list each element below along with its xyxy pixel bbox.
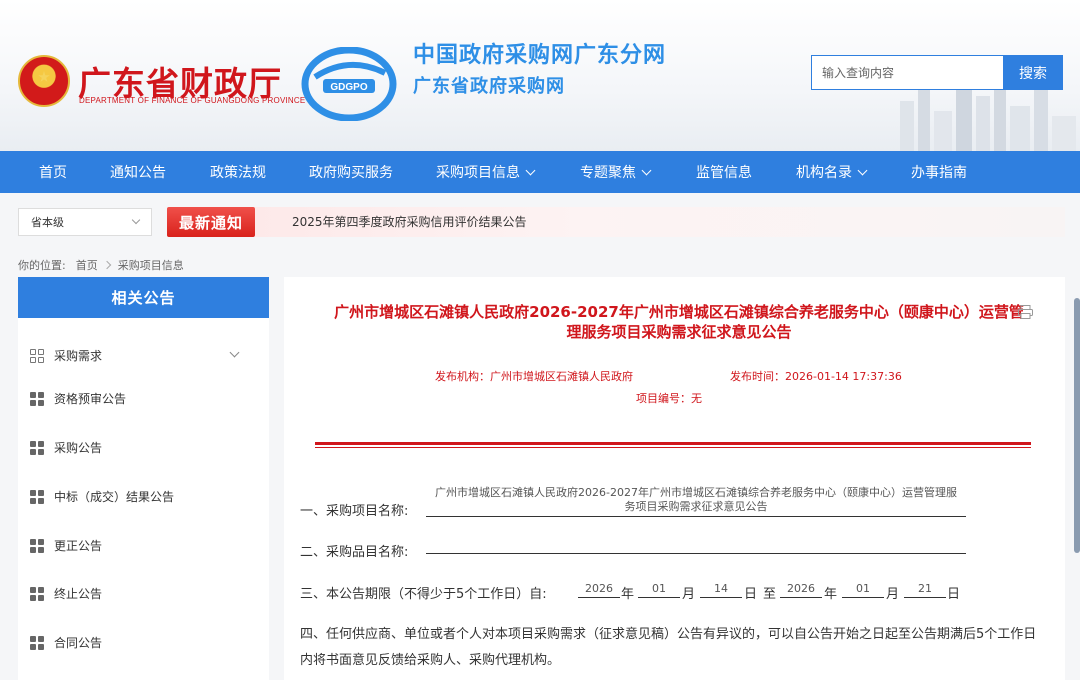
unit-year: 年 bbox=[824, 587, 838, 602]
start-day: 14 bbox=[700, 582, 742, 598]
project-number-meta: 项目编号：无 bbox=[636, 390, 702, 406]
unit-year: 年 bbox=[621, 587, 635, 602]
nav-label: 政策法规 bbox=[210, 165, 266, 181]
sidebar-item-label: 中标（成交）结果公告 bbox=[54, 490, 175, 504]
sidebar-item-procurement-notice[interactable]: 采购公告 bbox=[30, 439, 230, 456]
nav-label: 监管信息 bbox=[696, 165, 752, 181]
chevron-down-icon bbox=[131, 215, 141, 225]
nav-label: 通知公告 bbox=[110, 165, 166, 181]
nav-item-topics[interactable]: 专题聚焦 bbox=[580, 151, 652, 193]
sidebar-item-label: 终止公告 bbox=[54, 587, 103, 601]
breadcrumb: 你的位置: 首页 采购项目信息 bbox=[18, 257, 184, 273]
nav-item-guide[interactable]: 办事指南 bbox=[911, 151, 967, 193]
latest-notice-link[interactable]: 2025年第四季度政府采购信用评价结果公告 bbox=[292, 213, 527, 230]
sidebar-item-correction[interactable]: 更正公告 bbox=[30, 537, 230, 554]
nav-item-procurement-info[interactable]: 采购项目信息 bbox=[436, 151, 536, 193]
publish-time-meta: 发布时间：2026-01-14 17:37:36 bbox=[730, 368, 902, 384]
item2-value bbox=[426, 538, 966, 554]
main-nav: 首页 通知公告 政策法规 政府购买服务 采购项目信息 专题聚焦 监管信息 机构名… bbox=[0, 151, 1080, 193]
publisher-label: 发布机构： bbox=[435, 370, 490, 383]
breadcrumb-current[interactable]: 采购项目信息 bbox=[118, 257, 184, 273]
unit-month: 月 bbox=[682, 587, 696, 602]
sidebar-item-award-result[interactable]: 中标（成交）结果公告 bbox=[30, 488, 230, 505]
breadcrumb-home[interactable]: 首页 bbox=[76, 257, 98, 273]
search-input[interactable] bbox=[811, 55, 1004, 90]
unit-day: 日 bbox=[744, 587, 758, 602]
nav-label: 首页 bbox=[39, 165, 67, 181]
nav-item-directory[interactable]: 机构名录 bbox=[796, 151, 868, 193]
title-divider bbox=[315, 442, 1031, 445]
grid-icon bbox=[30, 489, 44, 504]
sidebar-item-contract[interactable]: 合同公告 bbox=[30, 634, 230, 651]
chevron-right-icon bbox=[102, 260, 111, 270]
search-button[interactable]: 搜索 bbox=[1003, 55, 1063, 90]
dept-name-en: DEPARTMENT OF FINANCE OF GUANGDONG PROVI… bbox=[79, 96, 306, 105]
unit-month: 月 bbox=[886, 587, 900, 602]
site-title: 中国政府采购网广东分网 bbox=[413, 43, 667, 68]
start-year: 2026 bbox=[578, 582, 620, 598]
project-number-label: 项目编号： bbox=[636, 392, 691, 405]
sidebar: 相关公告 bbox=[18, 277, 269, 680]
nav-item-gov-purchase-services[interactable]: 政府购买服务 bbox=[309, 151, 393, 193]
unit-day: 日 bbox=[947, 587, 961, 602]
nav-label: 采购项目信息 bbox=[436, 165, 520, 181]
grid-icon bbox=[30, 586, 44, 601]
end-year: 2026 bbox=[780, 582, 822, 598]
nav-item-notices[interactable]: 通知公告 bbox=[110, 151, 166, 193]
to-label: 至 bbox=[763, 587, 777, 602]
sidebar-item-label: 采购公告 bbox=[54, 441, 103, 455]
site-subtitle: 广东省政府采购网 bbox=[413, 76, 565, 97]
logo-text: GDGPO bbox=[330, 82, 367, 93]
publisher-meta: 发布机构：广州市增城区石滩镇人民政府 bbox=[435, 368, 633, 384]
end-day: 21 bbox=[904, 582, 946, 598]
chevron-down-icon bbox=[525, 165, 536, 175]
grid-icon bbox=[30, 538, 44, 553]
nav-item-policies[interactable]: 政策法规 bbox=[210, 151, 266, 193]
sidebar-item-procurement-needs[interactable]: 采购需求 bbox=[30, 347, 240, 364]
sidebar-item-prequalification[interactable]: 资格预审公告 bbox=[30, 390, 230, 407]
chevron-down-icon bbox=[641, 165, 652, 175]
nav-item-supervision[interactable]: 监管信息 bbox=[696, 151, 752, 193]
print-icon[interactable] bbox=[1018, 305, 1033, 319]
nav-label: 政府购买服务 bbox=[309, 165, 393, 181]
item3-label: 三、本公告期限（不得少于5个工作日）自: bbox=[300, 587, 547, 602]
nav-label: 办事指南 bbox=[911, 165, 967, 181]
publisher-value: 广州市增城区石滩镇人民政府 bbox=[490, 370, 633, 383]
sidebar-item-termination[interactable]: 终止公告 bbox=[30, 585, 230, 602]
sidebar-item-label: 采购需求 bbox=[54, 349, 103, 363]
latest-notice-badge: 最新通知 bbox=[167, 207, 255, 237]
sidebar-item-label: 更正公告 bbox=[54, 539, 103, 553]
item2-label: 二、采购品目名称: bbox=[300, 545, 409, 560]
grid-icon bbox=[30, 391, 44, 406]
grid-icon bbox=[30, 635, 44, 650]
nav-item-home[interactable]: 首页 bbox=[39, 151, 67, 193]
grid-icon bbox=[30, 348, 44, 363]
item4-paragraph: 四、任何供应商、单位或者个人对本项目采购需求（征求意见稿）公告有异议的，可以自公… bbox=[300, 627, 1037, 668]
grid-icon bbox=[30, 440, 44, 455]
sidebar-title: 相关公告 bbox=[18, 277, 269, 318]
article-title: 广州市增城区石滩镇人民政府2026-2027年广州市增城区石滩镇综合养老服务中心… bbox=[334, 303, 1024, 341]
item1-label: 一、采购项目名称: bbox=[300, 504, 409, 519]
start-month: 01 bbox=[638, 582, 680, 598]
sidebar-item-label: 合同公告 bbox=[54, 636, 103, 650]
chevron-down-icon bbox=[857, 165, 868, 175]
sidebar-item-label: 资格预审公告 bbox=[54, 392, 127, 406]
region-select[interactable]: 省本级 bbox=[18, 208, 152, 236]
publish-time-label: 发布时间： bbox=[730, 370, 785, 383]
site-header: 广东省财政厅 DEPARTMENT OF FINANCE OF GUANGDON… bbox=[0, 0, 1080, 151]
region-select-value: 省本级 bbox=[31, 216, 64, 229]
end-month: 01 bbox=[842, 582, 884, 598]
gdgpo-logo: GDGPO bbox=[301, 47, 397, 121]
nav-label: 专题聚焦 bbox=[580, 165, 636, 181]
project-number-value: 无 bbox=[691, 392, 702, 405]
national-emblem-logo bbox=[18, 55, 70, 107]
item1-value: 广州市增城区石滩镇人民政府2026-2027年广州市增城区石滩镇综合养老服务中心… bbox=[426, 486, 966, 517]
breadcrumb-prefix: 你的位置: bbox=[18, 259, 66, 272]
nav-label: 机构名录 bbox=[796, 165, 852, 181]
publish-time-value: 2026-01-14 17:37:36 bbox=[785, 370, 902, 383]
title-divider-thin bbox=[315, 447, 1031, 448]
page-scrollbar[interactable] bbox=[1074, 298, 1080, 553]
